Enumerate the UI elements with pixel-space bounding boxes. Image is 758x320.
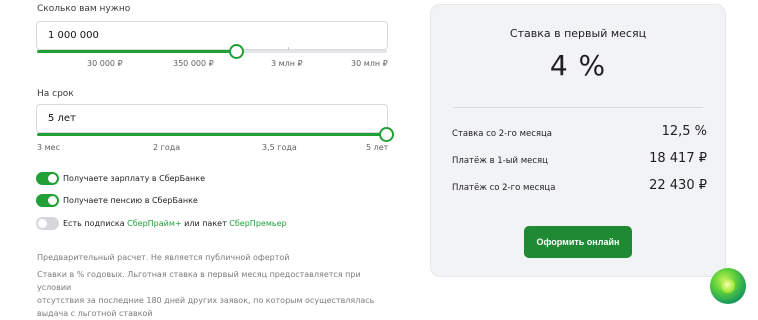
second-month-payment-value: 22 430 ₽ [649, 178, 707, 193]
second-month-rate-value: 12,5 % [661, 124, 707, 139]
amount-value: 1 000 000 [48, 30, 99, 41]
assistant-orb-core [721, 279, 735, 293]
rates-disclaimer-line-2: отсутствия за последние 180 дней других … [37, 296, 375, 305]
term-tick-3: 3,5 года [262, 143, 297, 152]
apply-online-button[interactable]: Оформить онлайн [524, 226, 632, 258]
summary-divider [453, 107, 703, 108]
term-input[interactable]: 5 лет [36, 104, 388, 133]
term-slider-handle[interactable] [379, 127, 394, 142]
second-month-rate-label: Ставка со 2-го месяца [452, 129, 552, 139]
first-month-payment-label: Платёж в 1-ый месяц [452, 156, 548, 166]
term-tick-1: 3 мес [37, 143, 60, 152]
amount-tick-3: 3 млн ₽ [271, 59, 303, 68]
term-value: 5 лет [48, 113, 76, 124]
sberprime-link[interactable]: СберПрайм+ [127, 219, 181, 228]
subscription-toggle-label: Есть подписка СберПрайм+ или пакет СберП… [63, 219, 287, 228]
term-tick-2: 2 года [153, 143, 181, 152]
rates-disclaimer-line-1: Ставки в % годовых. Льготная ставка в пе… [37, 270, 361, 292]
amount-tick-4: 30 млн ₽ [351, 59, 388, 68]
sber-assistant-orb-icon[interactable] [710, 268, 746, 304]
amount-tick-1: 30 000 ₽ [87, 59, 123, 68]
preliminary-note: Предварительный расчет. Не является публ… [37, 253, 290, 262]
term-slider-fill [37, 133, 387, 136]
amount-slider-fill [37, 50, 237, 53]
first-month-rate-value: 4 % [549, 49, 607, 82]
amount-slider-handle[interactable] [228, 44, 244, 59]
pension-toggle-label: Получаете пенсию в СберБанке [63, 196, 198, 205]
second-month-payment-label: Платёж со 2-го месяца [452, 183, 556, 193]
rates-disclaimer-line-3: выдача с льготной ставкой [37, 309, 153, 318]
term-label: На срок [37, 89, 74, 99]
first-month-rate-title: Ставка в первый месяц [509, 27, 647, 40]
amount-tick-2: 350 000 ₽ [173, 59, 214, 68]
amount-label: Сколько вам нужно [37, 4, 131, 14]
subscription-text-prefix: Есть подписка [63, 219, 128, 228]
term-tick-4: 5 лет [366, 143, 389, 152]
salary-toggle-label: Получаете зарплату в СберБанке [63, 174, 206, 183]
amount-tick-mark [288, 47, 289, 50]
amount-input[interactable]: 1 000 000 [36, 21, 388, 50]
salary-toggle[interactable] [36, 172, 59, 185]
subscription-text-middle: или пакет [181, 219, 230, 228]
subscription-toggle[interactable] [36, 217, 59, 230]
pension-toggle[interactable] [36, 194, 59, 207]
sberpremier-link[interactable]: СберПремьер [229, 219, 286, 228]
first-month-payment-value: 18 417 ₽ [649, 151, 707, 166]
rates-disclaimer: Ставки в % годовых. Льготная ставка в пе… [37, 268, 397, 320]
